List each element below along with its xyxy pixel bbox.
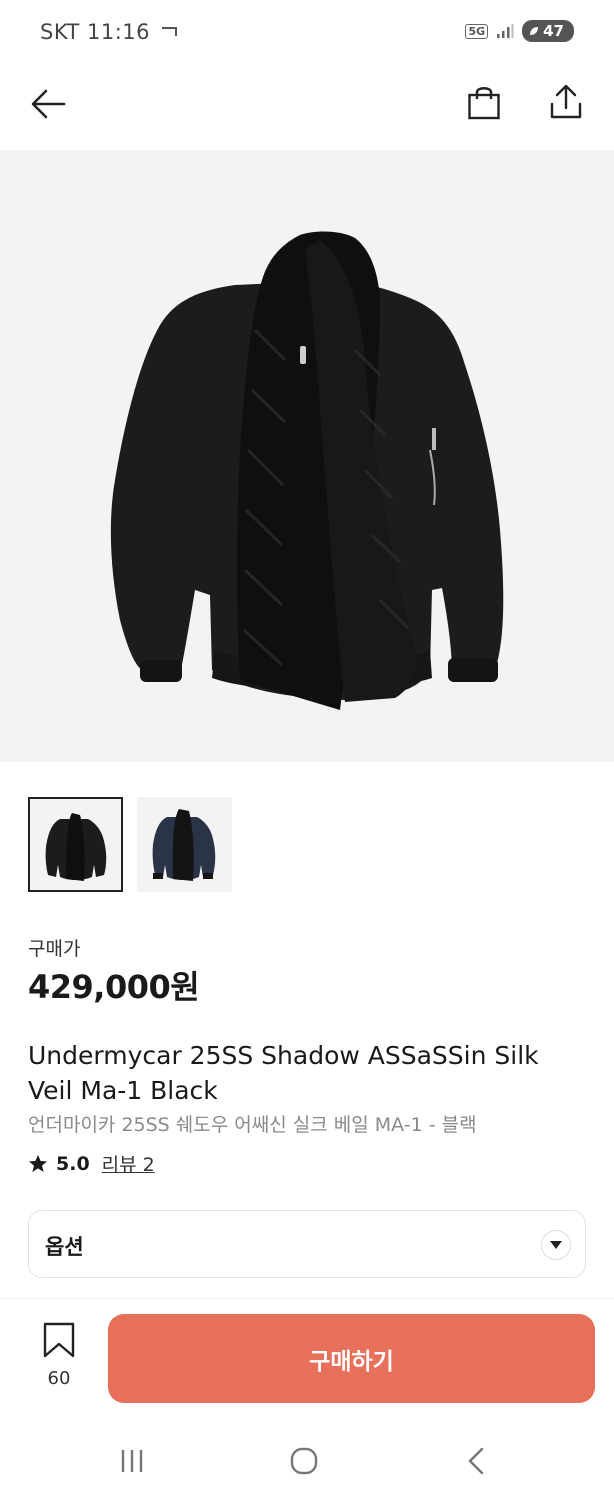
buy-button[interactable]: 구매하기 [108,1314,595,1403]
bookmark-button[interactable]: 60 [34,1322,84,1389]
status-left: SKT 11:16 [40,20,178,44]
recent-apps-button[interactable] [112,1441,152,1481]
system-back-button[interactable] [456,1441,496,1481]
option-label: 옵션 [45,1235,84,1259]
bookmark-count: 60 [47,1368,71,1389]
product-image[interactable] [0,150,614,762]
thumbnail-strip [28,797,232,892]
battery-saver-icon [530,27,539,35]
home-icon [290,1447,318,1475]
divider [0,1298,614,1299]
chevron-left-icon [468,1447,484,1475]
bookmark-icon [43,1322,75,1358]
battery-indicator: 47 [522,20,574,42]
rating-value: 5.0 [56,1152,90,1175]
review-link[interactable]: 리뷰 2 [102,1150,155,1177]
price-value: 429,000원 [28,968,200,1006]
rating-row: 5.0 리뷰 2 [28,1150,155,1177]
cast-icon [162,27,177,36]
battery-level: 47 [543,22,564,40]
product-subtitle: 언더마이카 25SS 쉐도우 어쌔신 실크 베일 MA-1 - 블랙 [28,1114,477,1136]
carrier-time: SKT 11:16 [40,20,150,44]
jacket-image [110,231,504,710]
product-title: Undermycar 25SS Shadow ASSaSSin Silk Vei… [28,1041,539,1105]
star-icon [29,1154,47,1172]
status-right: 5G 47 [465,20,574,42]
thumbnail-navy-image [152,809,216,881]
share-button[interactable] [542,78,590,126]
status-bar: SKT 11:16 5G 47 [0,0,614,64]
caret-down-icon [541,1230,571,1260]
thumbnail-navy[interactable] [137,797,232,892]
signal-icon [497,24,514,38]
recent-apps-icon [121,1450,143,1472]
system-nav-bar [0,1425,614,1495]
price-label: 구매가 [28,938,81,960]
option-select[interactable]: 옵션 [28,1210,586,1278]
network-badge: 5G [465,23,489,39]
share-icon [550,84,582,119]
home-button[interactable] [284,1441,324,1481]
thumbnail-black-image [45,813,107,881]
back-button[interactable] [24,80,72,128]
thumbnail-black[interactable] [28,797,123,892]
shopping-bag-icon [468,87,500,120]
top-nav [0,64,614,150]
shopping-bag-button[interactable] [460,78,508,126]
arrow-left-icon [31,89,66,119]
